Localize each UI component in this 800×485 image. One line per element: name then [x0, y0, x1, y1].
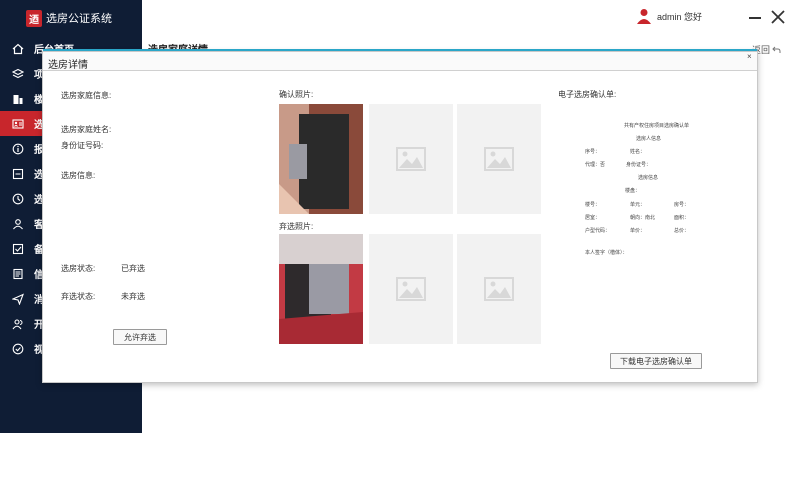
user-menu[interactable]: admin 您好 — [637, 8, 702, 24]
minimize-icon[interactable] — [749, 17, 761, 19]
image-placeholder-icon — [484, 277, 514, 301]
building-icon — [12, 93, 24, 105]
abandon-photo-1[interactable] — [279, 234, 363, 344]
home-icon — [12, 43, 24, 55]
doc-signature: 本人签字（楷体）： — [585, 250, 628, 256]
id-card-icon — [12, 118, 24, 130]
doc-seq: 序号： — [585, 149, 601, 155]
selection-detail-modal: 选房详情 × 选房家庭信息: 选房家庭姓名: 身份证号码: 选房信息: 选房状态… — [42, 49, 758, 383]
doc-proxy: 代理：否 — [585, 162, 606, 168]
modal-close-button[interactable]: × — [747, 52, 752, 61]
doc-room-no: 房号： — [674, 202, 690, 208]
app-title: 选房公证系统 — [46, 13, 112, 25]
close-window-icon[interactable] — [770, 9, 786, 25]
allow-abandon-button[interactable]: 允许弃选 — [113, 329, 167, 345]
image-placeholder-icon — [484, 147, 514, 171]
doc-total-price: 总价： — [674, 228, 690, 234]
doc-layout: 居室： — [585, 215, 601, 221]
doc-id-no: 身份证号： — [626, 162, 652, 168]
abandon-photo-placeholder-3 — [457, 234, 541, 344]
users-icon — [12, 318, 24, 330]
layers-icon — [12, 68, 24, 80]
family-info-label: 选房家庭信息: — [61, 91, 112, 100]
list-icon — [12, 168, 24, 180]
abandon-photo-placeholder-2 — [369, 234, 453, 344]
abandon-photos-label: 弃选照片: — [279, 222, 314, 231]
doc-unit: 单元： — [630, 202, 646, 208]
user-avatar-icon — [637, 9, 651, 24]
image-placeholder-icon — [396, 147, 426, 171]
confirm-photo-1[interactable] — [279, 104, 363, 214]
doc-name: 姓名： — [630, 149, 646, 155]
selection-info-label: 选房信息: — [61, 171, 96, 180]
clock-icon — [12, 193, 24, 205]
doc-section-room: 选房信息 — [638, 175, 659, 181]
download-confirm-button[interactable]: 下载电子选房确认单 — [610, 353, 702, 369]
doc-title: 共有产权住房项目选房确认单 — [624, 123, 690, 129]
checkbox-icon — [12, 243, 24, 255]
confirm-photo-placeholder-2 — [369, 104, 453, 214]
confirm-photo-placeholder-3 — [457, 104, 541, 214]
doc-building-no: 楼号： — [585, 202, 601, 208]
modal-accent-bar — [43, 49, 757, 51]
doc-unit-price: 单价： — [630, 228, 646, 234]
send-icon — [12, 292, 24, 305]
id-number-label: 身份证号码: — [61, 141, 104, 150]
abandon-status-value: 未弃选 — [121, 292, 145, 301]
doc-section-person: 选房人信息 — [636, 136, 662, 142]
selection-status-label: 选房状态: — [61, 264, 96, 273]
abandon-status-label: 弃选状态: — [61, 292, 96, 301]
check-circle-icon — [12, 343, 24, 355]
doc-area: 面积： — [674, 215, 690, 221]
document-icon — [12, 268, 24, 280]
user-name: admin 您好 — [657, 11, 703, 22]
back-arrow-icon — [772, 46, 781, 53]
family-name-label: 选房家庭姓名: — [61, 125, 112, 134]
info-icon — [12, 143, 24, 155]
doc-orientation: 朝向：南北 — [630, 215, 656, 221]
modal-title: 选房详情 — [48, 60, 88, 71]
e-confirm-label: 电子选房确认单: — [558, 90, 617, 99]
user-icon — [12, 218, 24, 230]
app-logo: 迺 — [26, 9, 42, 27]
selection-status-value: 已弃选 — [121, 264, 145, 273]
doc-building-name: 楼盘： — [625, 188, 641, 194]
confirm-photos-label: 确认照片: — [279, 90, 314, 99]
doc-type-code: 户型代码： — [585, 228, 611, 234]
image-placeholder-icon — [396, 277, 426, 301]
modal-header: 选房详情 × — [43, 52, 757, 71]
brand: 迺 选房公证系统 — [26, 8, 112, 28]
